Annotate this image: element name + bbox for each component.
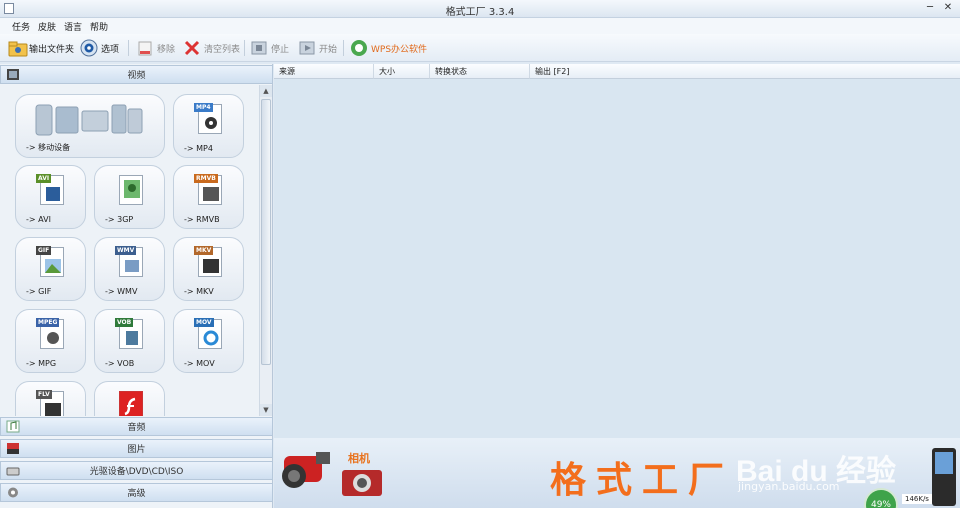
start-button[interactable]: 开始 xyxy=(298,38,337,58)
tile-label: -> MP4 xyxy=(184,144,213,153)
picture-icon xyxy=(6,442,20,455)
toolbar-separator xyxy=(343,40,344,56)
tile-wmv[interactable]: WMV -> WMV xyxy=(94,237,165,301)
wps-icon xyxy=(350,39,368,57)
vob-file-icon: VOB xyxy=(115,318,143,349)
clear-icon xyxy=(183,39,201,57)
tile-vob[interactable]: VOB -> VOB xyxy=(94,309,165,373)
rmvb-file-icon: RMVB xyxy=(194,174,222,205)
gear-icon xyxy=(80,39,98,57)
toolbar-separator xyxy=(244,40,245,56)
wps-office-button[interactable]: WPS办公软件 xyxy=(350,38,427,58)
tile-gif[interactable]: GIF -> GIF xyxy=(15,237,86,301)
output-folder-button[interactable]: 输出文件夹 xyxy=(8,38,74,58)
folder-icon xyxy=(8,39,28,57)
3gp-file-icon xyxy=(119,175,143,205)
scroll-up-icon[interactable]: ▲ xyxy=(260,85,272,97)
tile-flv[interactable]: FLV xyxy=(15,381,86,416)
mp4-file-icon: MP4 xyxy=(194,103,222,134)
tile-mp4[interactable]: MP4 -> MP4 xyxy=(173,94,244,158)
mkv-file-icon: MKV xyxy=(194,246,222,277)
camcorder-icon xyxy=(276,446,336,497)
avi-file-icon: AVI xyxy=(36,174,64,205)
camera-label: 相机 xyxy=(348,452,370,465)
category-audio[interactable]: 音频 xyxy=(0,417,273,436)
remove-icon xyxy=(136,39,154,57)
menu-language[interactable]: 语言 xyxy=(64,20,82,33)
baidu-watermark-url: jingyan.baidu.com xyxy=(738,480,840,493)
column-status[interactable]: 转换状态 xyxy=(430,64,530,79)
tile-label: -> 移动设备 xyxy=(26,143,71,152)
title-bar: 格式工厂 3.3.4 ─ ✕ xyxy=(0,0,960,18)
minimize-button[interactable]: ─ xyxy=(924,2,936,14)
format-grid: -> 移动设备 MP4 -> MP4 AVI -> AVI -> 3GP RMV… xyxy=(0,85,259,416)
tile-label: -> MOV xyxy=(184,359,215,368)
flv-file-icon: FLV xyxy=(36,390,64,416)
close-button[interactable]: ✕ xyxy=(942,2,954,14)
stop-button[interactable]: 停止 xyxy=(250,38,289,58)
clear-list-button[interactable]: 清空列表 xyxy=(183,38,240,58)
menu-task[interactable]: 任务 xyxy=(12,20,30,33)
stop-icon xyxy=(250,39,268,57)
scroll-thumb[interactable] xyxy=(261,99,271,365)
toolbar-separator xyxy=(128,40,129,56)
bottom-banner: 相机 格式工厂 Bai du 经验 jingyan.baidu.com 49% … xyxy=(274,438,960,508)
remove-button[interactable]: 移除 xyxy=(136,38,175,58)
menu-bar: 任务 皮肤 语言 帮助 xyxy=(0,18,960,34)
film-icon xyxy=(6,68,20,81)
grid-scrollbar[interactable]: ▲ ▼ xyxy=(259,85,272,416)
tile-swf[interactable] xyxy=(94,381,165,416)
tile-rmvb[interactable]: RMVB -> RMVB xyxy=(173,165,244,229)
phone-icon xyxy=(930,446,958,508)
options-button[interactable]: 选项 xyxy=(80,38,119,58)
category-image[interactable]: 图片 xyxy=(0,439,273,458)
tile-label: -> MPG xyxy=(26,359,57,368)
column-size[interactable]: 大小 xyxy=(374,64,430,79)
toolbar: 输出文件夹 选项 移除 清空列表 停止 开始 WPS办公软件 xyxy=(0,34,960,62)
task-list[interactable]: 来源 大小 转换状态 输出 [F2] xyxy=(274,64,960,438)
music-note-icon xyxy=(6,420,20,433)
tile-label: -> RMVB xyxy=(184,215,220,224)
tile-mkv[interactable]: MKV -> MKV xyxy=(173,237,244,301)
tile-mobile-devices[interactable]: -> 移动设备 xyxy=(15,94,165,158)
network-speed: 146K/s xyxy=(902,494,932,504)
tile-label: -> VOB xyxy=(105,359,135,368)
column-source[interactable]: 来源 xyxy=(274,64,374,79)
tile-3gp[interactable]: -> 3GP xyxy=(94,165,165,229)
camera-icon xyxy=(340,466,384,501)
menu-skin[interactable]: 皮肤 xyxy=(38,20,56,33)
mpg-file-icon: MPEG xyxy=(36,318,64,349)
flash-file-icon xyxy=(119,391,143,416)
disc-drive-icon xyxy=(6,464,20,477)
tile-label: -> AVI xyxy=(26,215,51,224)
menu-help[interactable]: 帮助 xyxy=(90,20,108,33)
category-disc[interactable]: 光驱设备\DVD\CD\ISO xyxy=(0,461,273,480)
advanced-gear-icon xyxy=(6,486,20,499)
tile-label: -> GIF xyxy=(26,287,52,296)
window-title: 格式工厂 3.3.4 xyxy=(445,7,515,18)
category-panel: 视频 -> 移动设备 MP4 -> MP4 AVI -> AVI -> 3GP … xyxy=(0,64,273,508)
tile-avi[interactable]: AVI -> AVI xyxy=(15,165,86,229)
start-icon xyxy=(298,39,316,57)
category-advanced[interactable]: 高级 xyxy=(0,483,273,502)
gif-file-icon: GIF xyxy=(36,246,64,277)
tile-label: -> 3GP xyxy=(105,215,134,224)
tile-mov[interactable]: MOV -> MOV xyxy=(173,309,244,373)
scroll-down-icon[interactable]: ▼ xyxy=(260,404,272,416)
column-output[interactable]: 输出 [F2] xyxy=(530,64,960,79)
tile-label: -> MKV xyxy=(184,287,214,296)
banner-title: 格式工厂 xyxy=(550,459,735,501)
network-progress-badge: 49% xyxy=(864,488,898,508)
mov-file-icon: MOV xyxy=(194,318,222,349)
tile-label: -> WMV xyxy=(105,287,138,296)
tile-mpg[interactable]: MPEG -> MPG xyxy=(15,309,86,373)
mobile-devices-icon xyxy=(34,101,144,140)
wmv-file-icon: WMV xyxy=(115,246,143,277)
category-video[interactable]: 视频 xyxy=(0,65,273,84)
